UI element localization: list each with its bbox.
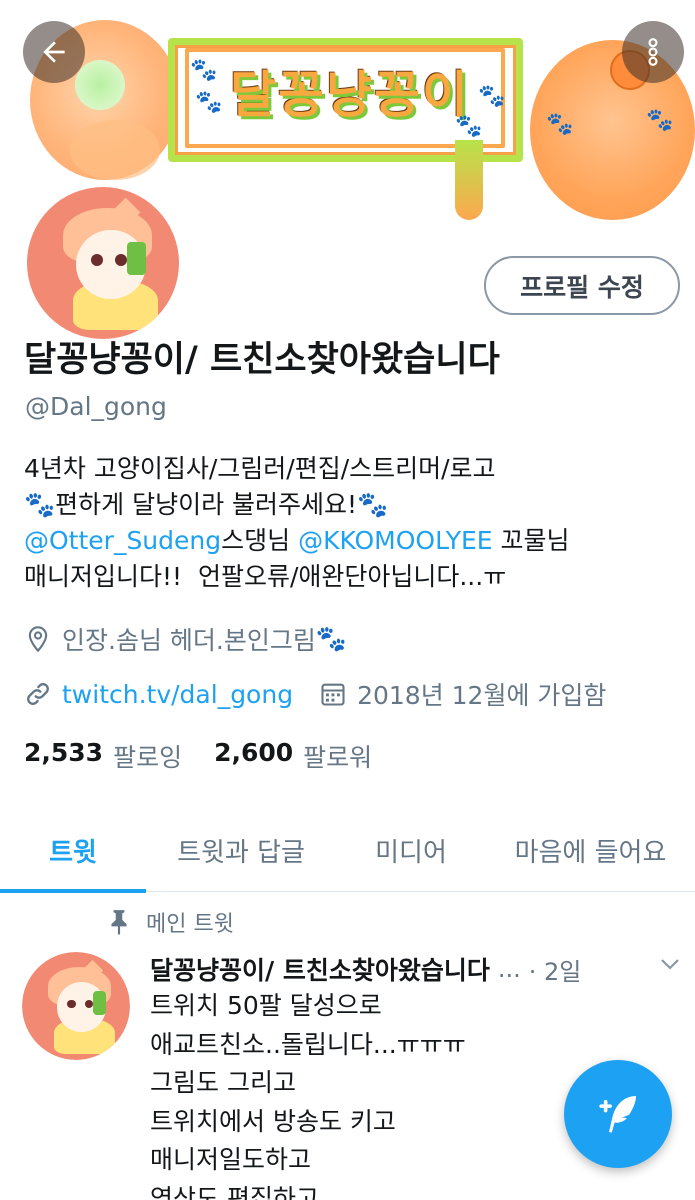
paw-icon: 🐾: [190, 58, 218, 83]
location-pin-icon: [28, 626, 48, 653]
tweet-line: 그림도 그리고: [150, 1068, 296, 1097]
link-icon: [27, 683, 49, 705]
tweet-line: 트위치 50팔 달성으로: [150, 991, 382, 1020]
paw-icon: 🐾: [315, 624, 347, 653]
banner-green-glow: [75, 60, 125, 110]
bio-line: @Otter_Sudeng스댕님 @KKOMOOLYEE 꼬물님: [24, 523, 674, 559]
followers-label[interactable]: 팔로워: [303, 738, 372, 774]
bio-line: 4년차 고양이집사/그림러/편집/스트리머/로고: [24, 454, 496, 483]
tab-media[interactable]: 미디어: [336, 808, 486, 892]
profile-tabs: 트윗 트윗과 답글 미디어 마음에 들어요: [0, 808, 695, 893]
profile-avatar[interactable]: [22, 182, 184, 344]
mention-link[interactable]: @KKOMOOLYEE: [298, 526, 493, 555]
tab-likes[interactable]: 마음에 들어요: [486, 808, 695, 892]
tweet-author-name[interactable]: 달꽁냥꽁이/ 트친소찾아왔습니다: [150, 951, 490, 987]
back-button[interactable]: [23, 21, 85, 83]
paw-icon: 🐾: [546, 112, 574, 137]
display-name: 달꽁냥꽁이/ 트친소찾아왔습니다: [24, 340, 500, 380]
tweet-line: 영상도 편집하고: [150, 1183, 319, 1200]
following-count[interactable]: 2,533: [24, 738, 103, 774]
more-options-button[interactable]: [622, 21, 684, 83]
paw-icon: 🐾: [455, 114, 483, 139]
tweet-header: 달꽁냥꽁이/ 트친소찾아왔습니다 ... · 2일: [150, 951, 679, 987]
paw-icon: 🐾: [646, 108, 674, 133]
banner-cat-left-body: [70, 120, 160, 180]
paw-icon: 🐾: [24, 490, 56, 519]
profile-meta: twitch.tv/dal_gong 2018년 12월에 가입함: [24, 676, 606, 712]
following-label[interactable]: 팔로잉: [113, 738, 182, 774]
paw-icon: 🐾: [478, 84, 506, 109]
paw-icon: 🐾: [357, 490, 389, 519]
bio-line: 🐾편하게 달냥이라 불러주세요!🐾: [24, 487, 674, 523]
joined-date: 2018년 12월에 가입함: [357, 681, 607, 710]
tab-tweets[interactable]: 트윗: [0, 808, 146, 893]
follow-stats: 2,533 팔로잉 2,600 팔로워: [24, 738, 404, 774]
profile-bio: 4년차 고양이집사/그림러/편집/스트리머/로고 🐾편하게 달냥이라 불러주세요…: [24, 451, 674, 595]
bio-line: 매니저입니다!! 언팔오류/애완단아닙니다...ㅠ: [24, 562, 507, 591]
tweet-name-ellipsis: ...: [497, 955, 521, 983]
tweet-timestamp[interactable]: · 2일: [529, 952, 582, 987]
tweet-author-avatar[interactable]: [22, 952, 130, 1060]
pin-icon: [111, 910, 127, 935]
followers-count[interactable]: 2,600: [214, 738, 293, 774]
tweet-line: 애교트친소..돌립니다...ㅠㅠㅠ: [150, 1029, 466, 1059]
more-vertical-icon: [648, 38, 658, 66]
edit-profile-button[interactable]: 프로필 수정: [484, 256, 680, 315]
website-link[interactable]: twitch.tv/dal_gong: [62, 680, 293, 709]
bio-text: 꼬물님: [492, 526, 570, 555]
tweet-text: 트위치 50팔 달성으로 애교트친소..돌립니다...ㅠㅠㅠ 그림도 그리고 트…: [150, 987, 550, 1200]
mention-link[interactable]: @Otter_Sudeng: [24, 526, 221, 555]
banner-title: 달꽁냥꽁이: [230, 66, 470, 124]
bio-text: 스댕님: [221, 526, 299, 555]
calendar-icon: [321, 683, 345, 706]
arrow-left-icon: [43, 41, 65, 63]
chevron-down-icon[interactable]: [660, 957, 680, 971]
tab-tweets-and-replies[interactable]: 트윗과 답글: [146, 808, 336, 892]
banner-sign-tail: [455, 140, 483, 220]
tweet-line: 트위치에서 방송도 키고: [150, 1106, 396, 1136]
user-handle: @Dal_gong: [25, 392, 167, 421]
location-text: 인장.솜님 헤더.본인그림: [62, 626, 316, 655]
compose-tweet-icon: [599, 1096, 636, 1133]
avatar-image: [22, 952, 130, 1060]
compose-tweet-button[interactable]: [564, 1060, 672, 1168]
tweet-line: 매니저일도하고: [150, 1145, 312, 1174]
pinned-label: 메인 트윗: [146, 912, 234, 937]
avatar-image: [27, 187, 179, 339]
profile-location: 인장.솜님 헤더.본인그림 🐾: [24, 621, 347, 657]
paw-icon: 🐾: [195, 90, 223, 115]
pinned-indicator: 메인 트윗: [108, 906, 234, 938]
profile-screen: { "header": { "banner_text": "달꽁냥꽁이", "b…: [0, 0, 695, 1200]
bio-text: 편하게 달냥이라 불러주세요!: [55, 490, 358, 519]
